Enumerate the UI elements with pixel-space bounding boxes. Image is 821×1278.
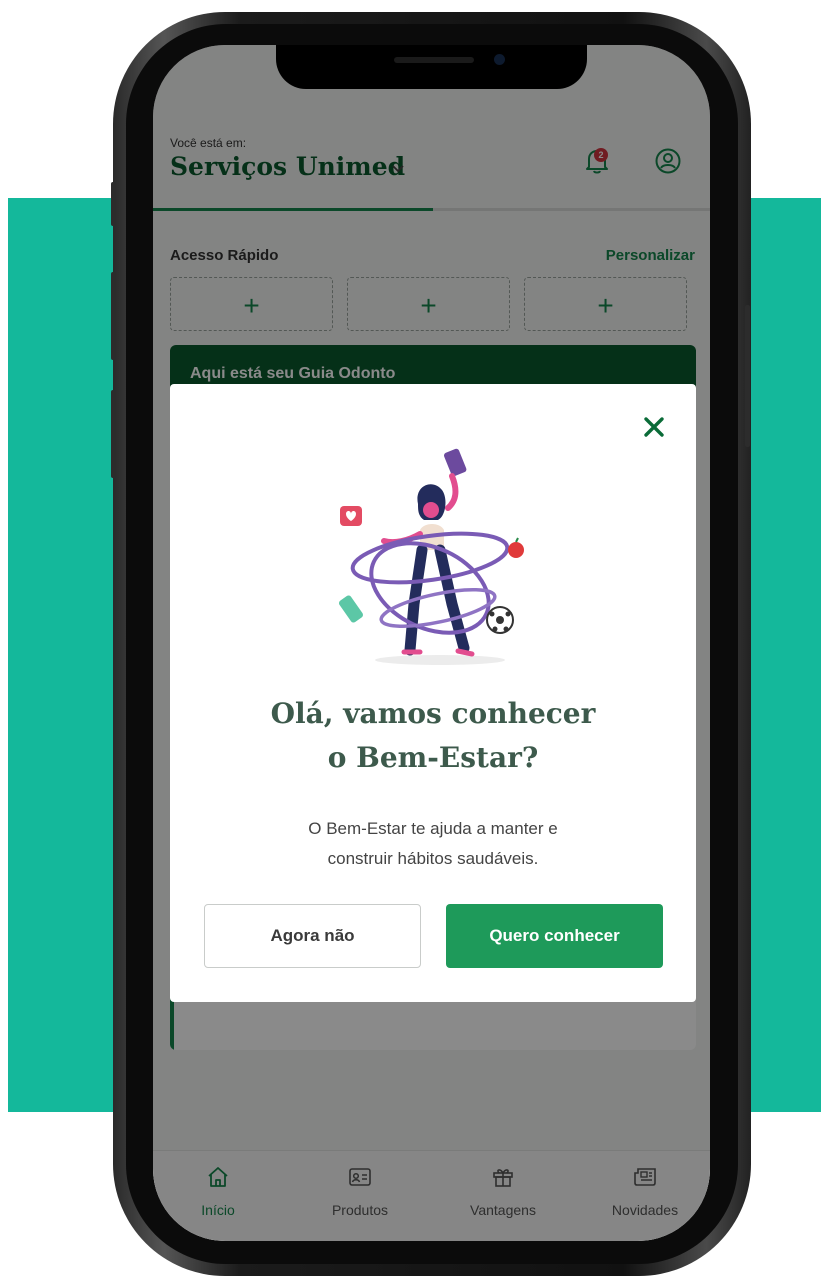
phone-volume-up	[111, 272, 116, 360]
speaker	[394, 57, 474, 63]
notch	[276, 45, 587, 89]
modal-title-line2: o Bem-Estar?	[327, 741, 539, 774]
wellness-illustration	[338, 448, 524, 665]
front-camera	[494, 54, 505, 65]
modal-description-line1: O Bem-Estar te ajuda a manter e	[308, 819, 558, 838]
phone-silent-switch	[111, 182, 116, 226]
phone-power-button	[745, 305, 750, 447]
phone-screen: Você está em: Serviços Unimed 2 Acesso R…	[153, 45, 710, 1241]
modal-title: Olá, vamos conhecer o Bem-Estar?	[170, 692, 696, 780]
modal-description-line2: construir hábitos saudáveis.	[327, 849, 539, 868]
close-icon[interactable]	[641, 414, 667, 440]
phone-volume-down	[111, 390, 116, 478]
not-now-button[interactable]: Agora não	[204, 904, 421, 968]
want-to-know-button[interactable]: Quero conhecer	[446, 904, 663, 968]
modal-description: O Bem-Estar te ajuda a manter e construi…	[170, 814, 696, 874]
wellness-modal: Olá, vamos conhecer o Bem-Estar? O Bem-E…	[170, 384, 696, 1002]
modal-title-line1: Olá, vamos conhecer	[270, 697, 596, 730]
